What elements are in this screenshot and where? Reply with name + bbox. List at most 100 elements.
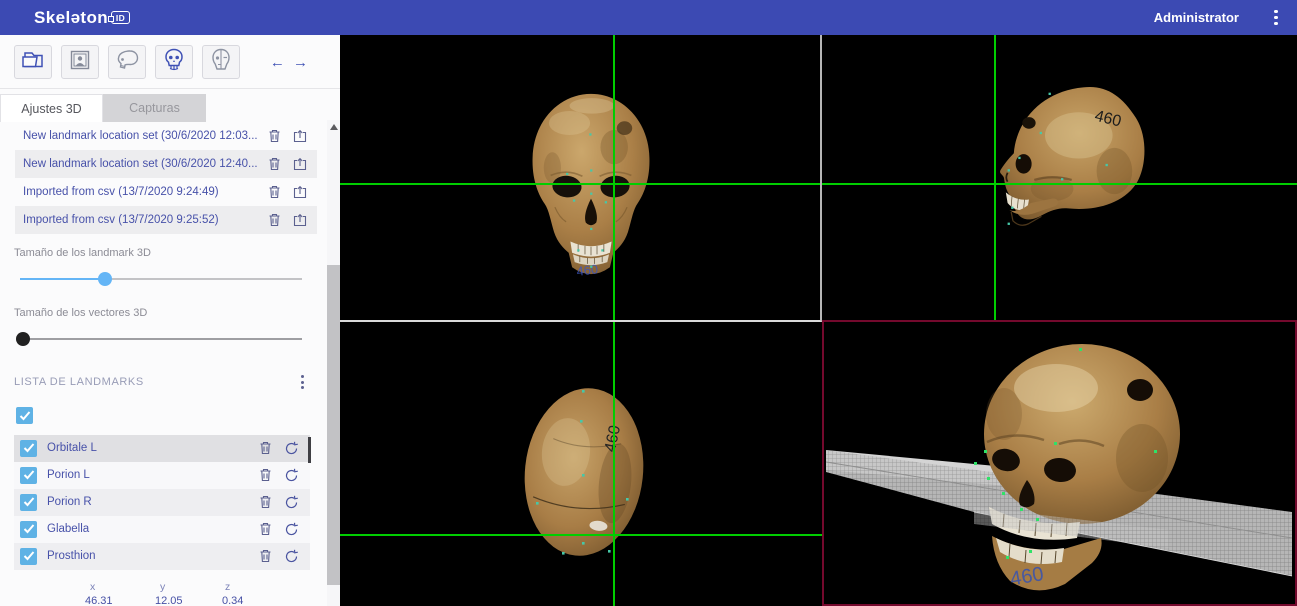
- landmark-set-label: Imported from csv (13/7/2020 9:24:49): [23, 186, 261, 198]
- landmark-set-row[interactable]: New landmark location set (30/6/2020 12:…: [15, 150, 317, 178]
- landmark-row[interactable]: Glabella: [14, 516, 310, 543]
- landmark-size-label: Tamaño de los landmark 3D: [14, 247, 340, 259]
- landmark-set-row[interactable]: Imported from csv (13/7/2020 9:24:49): [15, 178, 317, 206]
- rotate-reset-icon: [284, 522, 299, 537]
- crosshair-horizontal: [822, 183, 1297, 185]
- landmark-row[interactable]: Orbitale L: [14, 435, 310, 462]
- delete-landmark-button[interactable]: [252, 546, 278, 566]
- sidebar-tabs: Ajustes 3D Capturas: [0, 94, 340, 122]
- landmark-size-slider[interactable]: [20, 278, 302, 280]
- rotate-reset-icon: [284, 468, 299, 483]
- delete-set-button[interactable]: [261, 210, 287, 230]
- vector-size-label: Tamaño de los vectores 3D: [14, 307, 340, 319]
- coord-header-x: x: [90, 581, 95, 593]
- application-window: Skelǝton ID Administrator: [0, 0, 1297, 606]
- delete-set-button[interactable]: [261, 154, 287, 174]
- viewport-grid: 460: [340, 35, 1297, 606]
- viewport-lateral[interactable]: 460: [822, 35, 1297, 322]
- coordinate-readout: x y z 46.31 12.05 0.34: [0, 579, 340, 606]
- crosshair-vertical: [613, 35, 615, 320]
- load-set-button[interactable]: [287, 126, 313, 146]
- landmark-label: Porion L: [47, 469, 252, 481]
- landmark-checkbox[interactable]: [20, 521, 37, 538]
- slider-thumb[interactable]: [16, 332, 30, 346]
- coord-header-y: y: [160, 581, 165, 593]
- viewport-frontal[interactable]: 460: [340, 35, 822, 322]
- skull-id-marking: 460: [576, 261, 599, 278]
- trash-icon: [268, 157, 281, 171]
- landmark-list: Orbitale L Porion L Porion R Glabella: [0, 435, 340, 570]
- landmark-checkbox[interactable]: [20, 494, 37, 511]
- face-overlay-button[interactable]: [202, 45, 240, 79]
- viewport-superior[interactable]: 460: [340, 322, 822, 606]
- crosshair-vertical: [613, 322, 615, 606]
- landmark-row[interactable]: Porion L: [14, 462, 310, 489]
- sidebar-scrollbar-thumb[interactable]: [327, 265, 340, 585]
- delete-landmark-button[interactable]: [252, 492, 278, 512]
- reset-landmark-button[interactable]: [278, 438, 304, 458]
- sidebar: ← → Ajustes 3D Capturas New landmark loc…: [0, 35, 340, 606]
- load-set-button[interactable]: [287, 154, 313, 174]
- reset-landmark-button[interactable]: [278, 546, 304, 566]
- panel-resize-control[interactable]: ← →: [270, 54, 310, 71]
- app-logo[interactable]: Skelǝton ID: [34, 8, 130, 28]
- delete-set-button[interactable]: [261, 182, 287, 202]
- sidebar-toolbar: ← →: [0, 35, 340, 89]
- export-up-icon: [293, 129, 307, 143]
- check-icon: [23, 470, 35, 480]
- delete-landmark-button[interactable]: [252, 438, 278, 458]
- delete-landmark-button[interactable]: [252, 519, 278, 539]
- delete-set-button[interactable]: [261, 126, 287, 146]
- user-menu[interactable]: Administrator: [1154, 10, 1239, 25]
- skull-front-button[interactable]: [155, 45, 193, 79]
- check-icon: [23, 443, 35, 453]
- landmark-set-row[interactable]: New landmark location set (30/6/2020 12:…: [15, 122, 317, 150]
- tab-ajustes-3d[interactable]: Ajustes 3D: [0, 94, 103, 122]
- landmark-checkbox[interactable]: [20, 440, 37, 457]
- coord-value-y: 12.05: [155, 595, 183, 606]
- landmark-list-scrollbar-thumb[interactable]: [308, 437, 311, 463]
- landmark-list-header: LISTA DE LANDMARKS: [14, 373, 310, 391]
- reset-landmark-button[interactable]: [278, 492, 304, 512]
- landmark-label: Porion R: [47, 496, 252, 508]
- crosshair-horizontal: [340, 183, 820, 185]
- vector-size-slider[interactable]: [20, 338, 302, 340]
- coord-value-x: 46.31: [85, 595, 113, 606]
- slider-thumb[interactable]: [98, 272, 112, 286]
- photo-view-button[interactable]: [61, 45, 99, 79]
- load-set-button[interactable]: [287, 210, 313, 230]
- skull-3d-render: 460: [824, 322, 1295, 600]
- export-up-icon: [293, 185, 307, 199]
- rotate-reset-icon: [284, 495, 299, 510]
- coord-value-z: 0.34: [222, 595, 243, 606]
- trash-icon: [259, 441, 272, 455]
- skull-lateral-render: 460: [972, 77, 1150, 265]
- open-folder-icon: [21, 50, 45, 75]
- landmark-row[interactable]: Prosthion: [14, 543, 310, 570]
- landmark-list-menu-icon[interactable]: [294, 373, 310, 391]
- landmark-label: Prosthion: [47, 550, 252, 562]
- tab-capturas[interactable]: Capturas: [103, 94, 206, 122]
- landmark-row[interactable]: Porion R: [14, 489, 310, 516]
- reset-landmark-button[interactable]: [278, 465, 304, 485]
- delete-landmark-button[interactable]: [252, 465, 278, 485]
- select-all-checkbox[interactable]: [16, 407, 33, 424]
- landmark-set-row[interactable]: Imported from csv (13/7/2020 9:25:52): [15, 206, 317, 234]
- landmark-checkbox[interactable]: [20, 548, 37, 565]
- check-icon: [23, 497, 35, 507]
- overflow-menu-icon[interactable]: [1267, 9, 1285, 27]
- trash-icon: [259, 522, 272, 536]
- scroll-up-arrow[interactable]: [330, 124, 338, 130]
- skull-profile-button[interactable]: [108, 45, 146, 79]
- landmark-label: Orbitale L: [47, 442, 252, 454]
- viewport-3d-perspective[interactable]: 460: [822, 322, 1297, 606]
- reset-landmark-button[interactable]: [278, 519, 304, 539]
- app-header: Skelǝton ID Administrator: [0, 0, 1297, 35]
- trash-icon: [259, 549, 272, 563]
- open-project-button[interactable]: [14, 45, 52, 79]
- export-up-icon: [293, 213, 307, 227]
- landmark-checkbox[interactable]: [20, 467, 37, 484]
- load-set-button[interactable]: [287, 182, 313, 202]
- rotate-reset-icon: [284, 549, 299, 564]
- half-face-icon: [211, 48, 231, 76]
